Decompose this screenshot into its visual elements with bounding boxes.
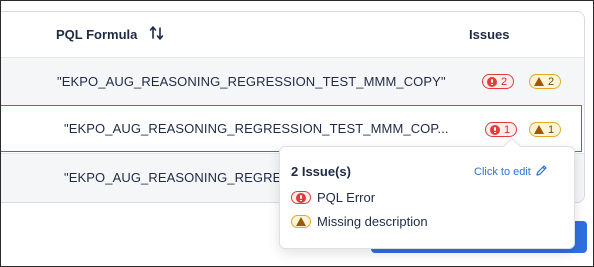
error-icon — [490, 124, 500, 135]
issue-label: PQL Error — [317, 190, 376, 205]
warning-icon — [534, 125, 544, 134]
pql-formula-cell: "EKPO_AUG_REASONING_REGRESSION_TEST_MMM_… — [64, 121, 449, 136]
issue-label: Missing description — [317, 214, 428, 229]
table-row[interactable]: "EKPO_AUG_REASONING_REGRESSION_TEST_MMM_… — [1, 57, 584, 105]
popover-title: 2 Issue(s) — [291, 164, 351, 179]
error-count: 1 — [504, 123, 511, 136]
warning-badge — [291, 215, 311, 228]
issues-popover: 2 Issue(s) Click to edit PQL Error Missi… — [279, 137, 575, 249]
pql-formula-cell: "EKPO_AUG_REASONING_REGRESS — [64, 170, 299, 185]
error-badge — [291, 191, 311, 204]
sort-icon[interactable] — [149, 25, 165, 41]
warning-count-badge[interactable]: 1 — [529, 122, 562, 137]
window-frame: PQL Formula Issues "EKPO_AUG_REASONING_R… — [0, 0, 594, 267]
table-header: PQL Formula Issues — [1, 12, 584, 56]
column-header-pql-formula[interactable]: PQL Formula — [56, 27, 137, 42]
issue-item-pql-error: PQL Error — [291, 190, 375, 205]
error-icon — [487, 76, 497, 87]
warning-count: 1 — [548, 123, 555, 136]
issue-item-missing-description: Missing description — [291, 214, 428, 229]
error-icon — [296, 192, 306, 203]
warning-icon — [296, 217, 306, 226]
error-count-badge[interactable]: 2 — [482, 74, 515, 89]
warning-count: 2 — [548, 75, 555, 88]
table-row-selected[interactable]: "EKPO_AUG_REASONING_REGRESSION_TEST_MMM_… — [1, 105, 582, 152]
click-to-edit-label: Click to edit — [474, 166, 531, 178]
column-header-issues: Issues — [469, 27, 510, 42]
click-to-edit-link[interactable]: Click to edit — [474, 164, 548, 180]
warning-count-badge[interactable]: 2 — [529, 74, 562, 89]
pencil-icon — [535, 164, 548, 180]
error-count-badge[interactable]: 1 — [485, 122, 518, 137]
error-count: 2 — [501, 75, 508, 88]
warning-icon — [534, 77, 544, 86]
pql-formula-cell: "EKPO_AUG_REASONING_REGRESSION_TEST_MMM_… — [57, 74, 446, 89]
